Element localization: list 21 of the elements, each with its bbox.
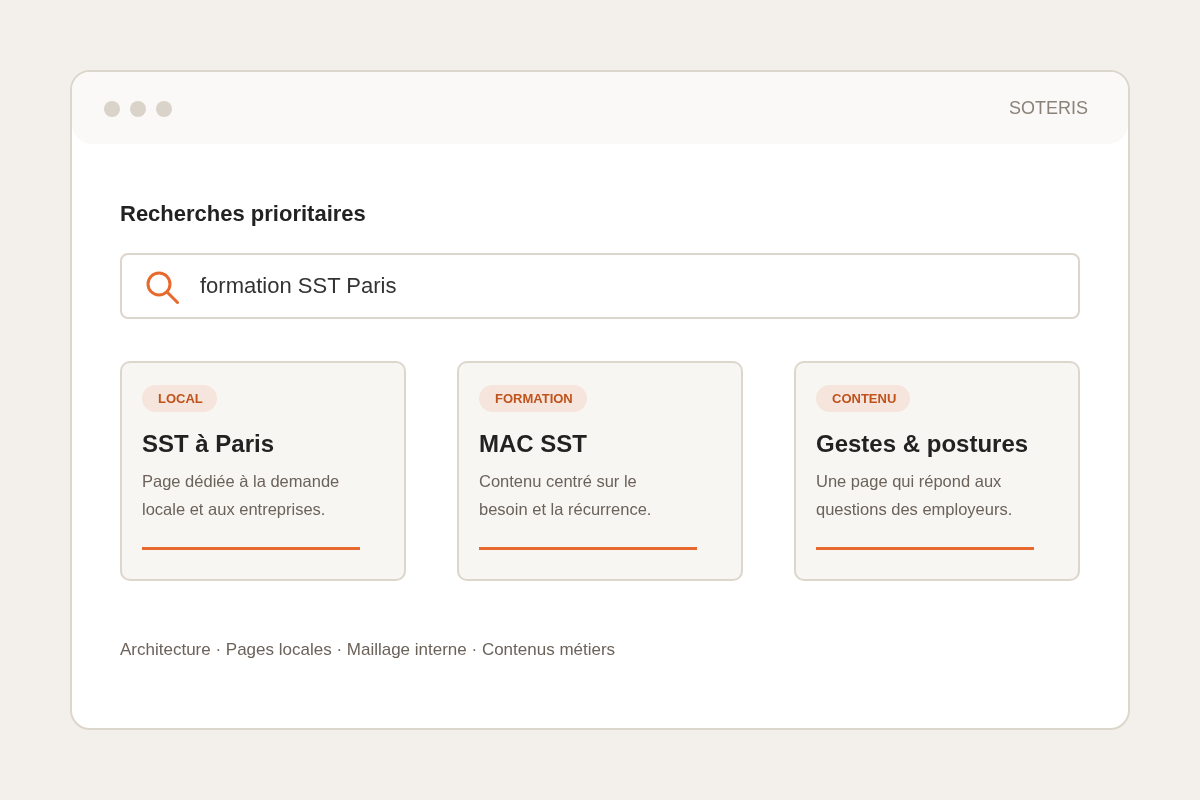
category-tag: FORMATION [479, 385, 587, 412]
search-icon [145, 270, 179, 304]
window-dot-icon [156, 101, 172, 117]
card-description: Une page qui répond aux questions des employeurs. [816, 471, 1014, 520]
search-field[interactable]: formation SST Paris [120, 253, 1080, 319]
search-query: formation SST Paris [200, 273, 397, 299]
brand-name: SOTERIS [1009, 97, 1088, 119]
card-title: MAC SST [479, 430, 587, 458]
window-dot-icon [130, 101, 146, 117]
category-tag: LOCAL [142, 385, 217, 412]
card-description: Page dédiée à la demande locale et aux entreprises. [142, 471, 341, 520]
card-title: SST à Paris [142, 430, 275, 458]
topic-list: Architecture · Pages locales · Maillage interne · Contenus métiers [120, 640, 1080, 660]
card-description: Contenu centré sur le besoin et la récurrence. [479, 471, 653, 520]
topic-card[interactable]: CONTENU Gestes & postures Une page qui répond aux questions des employeurs. [794, 361, 1080, 581]
topic-card[interactable]: FORMATION MAC SST Contenu centré sur le besoin et la récurrence. [457, 361, 743, 581]
section-heading: Recherches prioritaires [120, 201, 367, 227]
topic-card[interactable]: LOCAL SST à Paris Page dédiée à la demande locale et aux entreprises. [120, 361, 406, 581]
category-tag: CONTENU [816, 385, 911, 412]
card-title: Gestes & postures [816, 430, 1029, 458]
window-dot-icon [104, 101, 120, 117]
